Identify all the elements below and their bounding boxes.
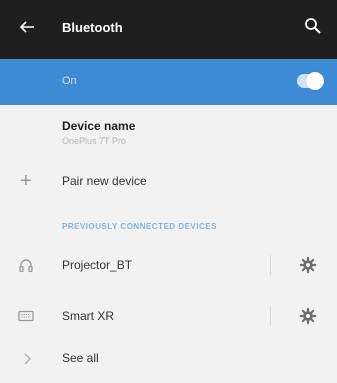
arrow-left-icon[interactable] (18, 18, 36, 36)
section-header: PREVIOUSLY CONNECTED DEVICES (62, 222, 217, 231)
switch-knob (306, 72, 324, 90)
device-name: Smart XR (62, 309, 115, 323)
gear-icon[interactable] (299, 256, 317, 274)
see-all-label: See all (62, 351, 99, 365)
divider (270, 255, 271, 275)
search-icon[interactable] (303, 16, 323, 36)
device-name-value: OnePlus 7T Pro (62, 136, 126, 146)
device-row-smart-xr[interactable]: Smart XR (0, 297, 337, 335)
see-all-row[interactable]: See all (0, 341, 337, 375)
page-title: Bluetooth (62, 20, 123, 35)
device-row-projector[interactable]: Projector_BT (0, 246, 337, 284)
headphones-icon (19, 259, 33, 273)
chevron-right-icon (24, 353, 31, 365)
pair-new-device-label: Pair new device (62, 174, 147, 188)
bluetooth-toggle-row[interactable]: On (0, 59, 337, 105)
keyboard-icon (18, 310, 34, 322)
app-bar: Bluetooth (0, 0, 337, 59)
pair-new-device-row[interactable]: + Pair new device (0, 160, 337, 202)
bluetooth-switch[interactable] (297, 72, 324, 90)
device-name-label: Device name (62, 119, 136, 133)
plus-icon: + (20, 170, 32, 192)
device-name-row[interactable]: Device name OnePlus 7T Pro (0, 110, 337, 156)
gear-icon[interactable] (299, 307, 317, 325)
divider (270, 306, 271, 326)
toggle-label: On (62, 75, 77, 87)
device-name: Projector_BT (62, 258, 133, 272)
